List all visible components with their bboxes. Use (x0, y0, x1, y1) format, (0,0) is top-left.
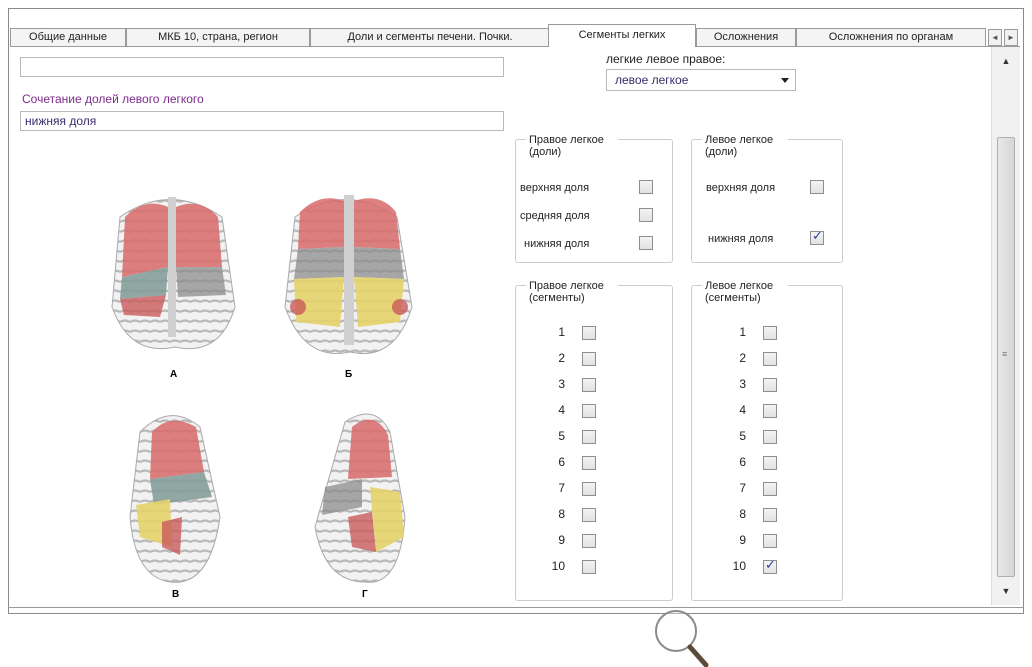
left-segment-5-label: 5 (739, 429, 746, 443)
tab-general[interactable]: Общие данные (10, 28, 126, 46)
left-segment-10-checkbox[interactable] (763, 558, 777, 574)
left-upper-lobe-label: верхняя доля (706, 182, 776, 194)
lung-figure-a: А (111, 197, 236, 380)
caption-d: Г (362, 589, 368, 600)
tab-scroll-left-icon[interactable]: ◄ (988, 29, 1002, 46)
lung-select[interactable]: левое легкое (606, 69, 796, 91)
right-segment-10-checkbox[interactable] (582, 560, 596, 574)
left-segment-3-checkbox[interactable] (763, 378, 777, 392)
right-segment-4-label: 4 (558, 403, 565, 417)
tab-lung-segments[interactable]: Сегменты легких (548, 24, 696, 47)
right-lobes-title: Правое легкое (доли) (526, 134, 618, 158)
left-lobes-group: Левое легкое (доли) верхняя доля нижняя … (691, 134, 843, 263)
caption-b: Б (345, 369, 352, 380)
right-upper-lobe-checkbox[interactable] (639, 180, 653, 194)
lung-select-label: легкие левое правое: (606, 52, 726, 66)
right-segment-2-label: 2 (558, 351, 565, 365)
lung-select-value: левое легкое (615, 73, 689, 87)
tab-strip: Общие данные МКБ 10, страна, регион Доли… (10, 24, 1020, 47)
tab-content: Сочетание долей левого легкого нижняя до… (10, 47, 986, 667)
left-lobes-title: Левое легкое (доли) (702, 134, 788, 158)
bottom-border (8, 607, 1024, 608)
left-segment-7-label: 7 (739, 481, 746, 495)
left-segment-6-label: 6 (739, 455, 746, 469)
left-segment-4-label: 4 (739, 403, 746, 417)
right-segment-6-checkbox[interactable] (582, 456, 596, 470)
scroll-down-icon[interactable]: ▼ (995, 581, 1017, 601)
right-segment-9-label: 9 (558, 533, 565, 547)
left-segment-8-checkbox[interactable] (763, 508, 777, 522)
top-textbox[interactable] (20, 57, 504, 77)
vertical-scrollbar[interactable]: ▲ ≡ ▼ (991, 47, 1020, 605)
left-segment-2-label: 2 (739, 351, 746, 365)
left-segment-4-checkbox[interactable] (763, 404, 777, 418)
right-segment-8-label: 8 (558, 507, 565, 521)
right-segment-7-checkbox[interactable] (582, 482, 596, 496)
right-segment-1-label: 1 (558, 325, 565, 339)
magnifier-cursor-icon (655, 610, 709, 667)
lung-diagrams: А Б В Г (111, 195, 413, 600)
right-segment-2-checkbox[interactable] (582, 352, 596, 366)
lobes-combo-field[interactable]: нижняя доля (20, 111, 504, 131)
right-segment-5-checkbox[interactable] (582, 430, 596, 444)
right-segment-1-checkbox[interactable] (582, 326, 596, 340)
right-segment-3-label: 3 (558, 377, 565, 391)
right-segments-group: Правое легкое (сегменты) 1 2 3 4 5 6 7 8 9 10 (515, 280, 673, 601)
left-segment-10-label: 10 (732, 559, 746, 573)
right-segment-10-label: 10 (551, 559, 565, 573)
scroll-thumb[interactable]: ≡ (997, 137, 1015, 577)
right-lower-lobe-label: нижняя доля (524, 238, 590, 250)
dropdown-arrow-icon[interactable] (781, 78, 789, 83)
caption-a: А (170, 369, 177, 380)
lobes-combo-label: Сочетание долей левого легкого (22, 92, 204, 106)
left-segment-6-checkbox[interactable] (763, 456, 777, 470)
left-segments-title: Левое легкое (сегменты) (702, 280, 788, 304)
tab-scroll: ◄ ► (988, 29, 1018, 46)
left-segment-7-checkbox[interactable] (763, 482, 777, 496)
right-middle-lobe-checkbox[interactable] (639, 208, 653, 222)
right-segment-3-checkbox[interactable] (582, 378, 596, 392)
scroll-up-icon[interactable]: ▲ (995, 51, 1017, 71)
right-segment-9-checkbox[interactable] (582, 534, 596, 548)
tab-liver-kidney[interactable]: Доли и сегменты печени. Почки. (310, 28, 550, 46)
tab-complications[interactable]: Осложнения (696, 28, 796, 46)
left-upper-lobe-checkbox[interactable] (810, 180, 824, 194)
right-lobes-group: Правое легкое (доли) верхняя доля средня… (515, 134, 673, 263)
tab-complications-by-organ[interactable]: Осложнения по органам (796, 28, 986, 46)
right-segment-4-checkbox[interactable] (582, 404, 596, 418)
left-segment-3-label: 3 (739, 377, 746, 391)
right-segment-8-checkbox[interactable] (582, 508, 596, 522)
left-segment-2-checkbox[interactable] (763, 352, 777, 366)
grip-icon: ≡ (1002, 349, 1008, 359)
left-segment-9-label: 9 (739, 533, 746, 547)
right-upper-lobe-label: верхняя доля (520, 182, 590, 194)
right-segments-title: Правое легкое (сегменты) (526, 280, 618, 304)
lung-figure-d: Г (314, 413, 406, 600)
right-lower-lobe-checkbox[interactable] (639, 236, 653, 250)
left-segment-8-label: 8 (739, 507, 746, 521)
right-segment-7-label: 7 (558, 481, 565, 495)
lung-figure-b: Б (284, 195, 413, 380)
left-lower-lobe-label: нижняя доля (708, 233, 774, 245)
right-middle-lobe-label: средняя доля (520, 210, 590, 222)
left-segment-9-checkbox[interactable] (763, 534, 777, 548)
tab-scroll-right-icon[interactable]: ► (1004, 29, 1018, 46)
right-segment-6-label: 6 (558, 455, 565, 469)
tab-icd-country-region[interactable]: МКБ 10, страна, регион (126, 28, 310, 46)
left-segment-1-checkbox[interactable] (763, 326, 777, 340)
right-segment-5-label: 5 (558, 429, 565, 443)
caption-c: В (172, 589, 179, 600)
left-segment-1-label: 1 (739, 325, 746, 339)
left-segment-5-checkbox[interactable] (763, 430, 777, 444)
left-segments-group: Левое легкое (сегменты) 1 2 3 4 5 6 7 8 9 10 (691, 280, 843, 601)
left-lower-lobe-checkbox[interactable] (810, 229, 824, 245)
lung-figure-c: В (129, 415, 221, 600)
